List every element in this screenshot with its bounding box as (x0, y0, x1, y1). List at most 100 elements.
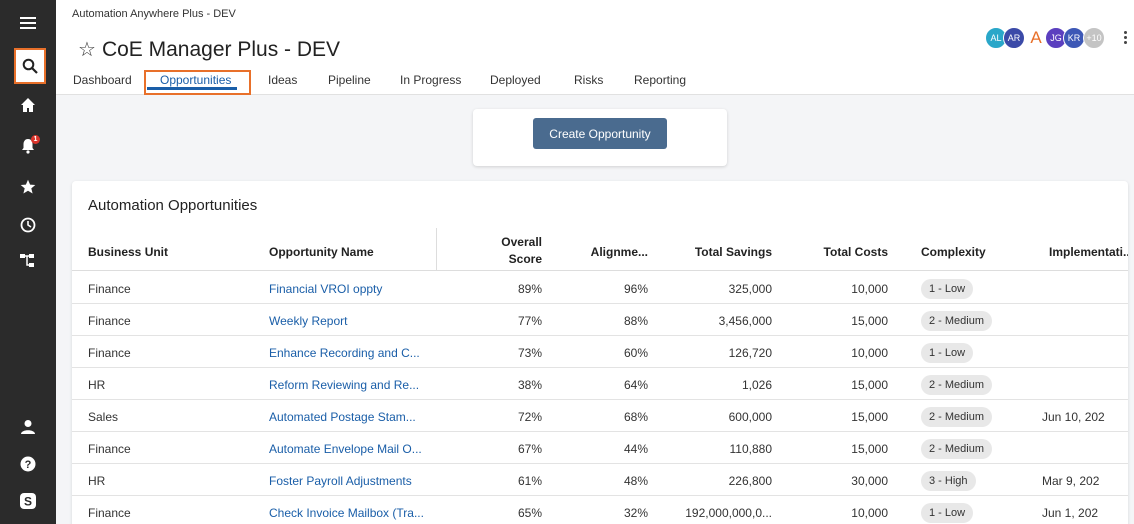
cell-total-costs: 15,000 (851, 378, 888, 392)
tab-reporting[interactable]: Reporting (634, 73, 686, 87)
app-subtitle: Automation Anywhere Plus - DEV (72, 8, 236, 20)
cell-total-savings: 192,000,000,0... (685, 506, 772, 520)
cell-total-savings: 1,026 (741, 378, 772, 392)
tab-pipeline[interactable]: Pipeline (328, 73, 371, 87)
tab-ideas[interactable]: Ideas (268, 73, 297, 87)
table-row[interactable]: Finance Check Invoice Mailbox (Tra... 65% 3… (72, 496, 1128, 524)
avatar-group: AL AR A JG KR +10 (985, 27, 1128, 51)
avatar-overflow-count[interactable]: +10 (1083, 27, 1105, 49)
col-total-costs[interactable]: Total Costs (782, 245, 888, 259)
menu-icon[interactable] (0, 6, 56, 40)
page-header: Automation Anywhere Plus - DEV ☆ CoE Man… (56, 0, 1134, 95)
cell-overall-score: 65% (517, 506, 542, 520)
complexity-chip: 2 - Medium (921, 407, 993, 427)
cell-opportunity-name[interactable]: Weekly Report (269, 314, 347, 328)
complexity-chip: 3 - High (921, 471, 976, 491)
search-button[interactable] (14, 48, 46, 84)
cell-alignment: 60% (623, 346, 648, 360)
table-row[interactable]: Finance Enhance Recording and C... 73% 60% 1… (72, 336, 1128, 368)
notification-badge: 1 (31, 135, 40, 144)
cell-total-costs: 10,000 (851, 282, 888, 296)
cell-total-savings: 126,720 (728, 346, 772, 360)
create-opportunity-card: Create Opportunity (473, 109, 727, 166)
opportunities-table-card: Automation Opportunities Business Unit O… (72, 181, 1128, 524)
cell-implementation: Mar 9, 202 (1042, 474, 1100, 488)
complexity-chip: 2 - Medium (921, 311, 993, 331)
cell-alignment: 96% (623, 282, 648, 296)
col-complexity[interactable]: Complexity (921, 245, 986, 259)
tab-in-progress[interactable]: In Progress (400, 73, 461, 87)
cell-business-unit: Finance (88, 282, 131, 296)
complexity-chip: 2 - Medium (921, 375, 993, 395)
col-overall-score-line1: Overall (501, 235, 542, 249)
cell-alignment: 32% (623, 506, 648, 520)
home-icon[interactable] (0, 88, 56, 122)
brand-icon[interactable]: S (0, 484, 56, 518)
col-implementation[interactable]: Implementati... (1049, 245, 1128, 259)
cell-business-unit: Finance (88, 346, 131, 360)
clock-icon[interactable] (0, 208, 56, 242)
cell-total-costs: 10,000 (851, 346, 888, 360)
cell-opportunity-name[interactable]: Automated Postage Stam... (269, 410, 416, 424)
col-alignment[interactable]: Alignme... (572, 245, 648, 259)
cell-overall-score: 61% (517, 474, 542, 488)
table-row[interactable]: Finance Financial VROI oppty 89% 96% 325,000… (72, 272, 1128, 304)
cell-total-costs: 15,000 (851, 442, 888, 456)
table-row[interactable]: Finance Automate Envelope Mail O... 67% 44%… (72, 432, 1128, 464)
cell-overall-score: 72% (517, 410, 542, 424)
cell-total-savings: 110,880 (729, 442, 773, 456)
table-title: Automation Opportunities (88, 197, 258, 214)
cell-total-costs: 15,000 (851, 314, 888, 328)
cell-alignment: 88% (623, 314, 648, 328)
cell-total-costs: 15,000 (851, 410, 888, 424)
favorite-star-icon[interactable]: ☆ (78, 40, 96, 60)
hierarchy-icon[interactable] (0, 244, 56, 278)
cell-business-unit: Finance (88, 442, 131, 456)
cell-opportunity-name[interactable]: Financial VROI oppty (269, 282, 382, 296)
cell-implementation: Jun 10, 202 (1042, 410, 1105, 424)
col-overall-score[interactable]: Overall Score (490, 235, 542, 266)
tab-risks[interactable]: Risks (574, 73, 603, 87)
tab-dashboard[interactable]: Dashboard (73, 73, 132, 87)
tab-highlight-box (144, 70, 251, 95)
cell-overall-score: 89% (517, 282, 542, 296)
create-opportunity-button[interactable]: Create Opportunity (533, 118, 667, 149)
page-title: CoE Manager Plus - DEV (101, 38, 341, 61)
help-icon[interactable]: ? (0, 447, 56, 481)
table-row[interactable]: HR Foster Payroll Adjustments 61% 48% 226,80… (72, 464, 1128, 496)
avatar[interactable]: A (1025, 27, 1047, 49)
cell-opportunity-name[interactable]: Reform Reviewing and Re... (269, 378, 419, 392)
col-business-unit[interactable]: Business Unit (88, 245, 168, 259)
cell-business-unit: HR (88, 378, 106, 392)
table-row[interactable]: Finance Weekly Report 77% 88% 3,456,000 15,00… (72, 304, 1128, 336)
search-icon (22, 58, 38, 74)
cell-opportunity-name[interactable]: Enhance Recording and C... (269, 346, 420, 360)
cell-total-savings: 226,800 (728, 474, 772, 488)
tab-deployed[interactable]: Deployed (490, 73, 541, 87)
complexity-chip: 1 - Low (921, 343, 974, 363)
avatar[interactable]: AR (1003, 27, 1025, 49)
title-row: ☆ CoE Manager Plus - DEV (78, 38, 340, 62)
cell-overall-score: 38% (517, 378, 542, 392)
cell-alignment: 44% (623, 442, 648, 456)
svg-text:?: ? (25, 459, 32, 471)
table-header: Business Unit Opportunity Name Overall S… (72, 233, 1128, 271)
table-row[interactable]: HR Reform Reviewing and Re... 38% 64% 1,026 1… (72, 368, 1128, 400)
cell-total-costs: 10,000 (851, 506, 888, 520)
left-nav-rail: 1 ? S (0, 0, 56, 524)
user-icon[interactable] (0, 410, 56, 444)
star-icon[interactable] (0, 170, 56, 204)
cell-opportunity-name[interactable]: Foster Payroll Adjustments (269, 474, 412, 488)
cell-overall-score: 77% (517, 314, 542, 328)
notifications-button[interactable]: 1 (0, 129, 56, 163)
cell-total-savings: 3,456,000 (718, 314, 772, 328)
cell-opportunity-name[interactable]: Check Invoice Mailbox (Tra... (269, 506, 424, 520)
avatar[interactable]: KR (1063, 27, 1085, 49)
cell-business-unit: HR (88, 474, 106, 488)
complexity-chip: 1 - Low (921, 279, 974, 299)
table-row[interactable]: Sales Automated Postage Stam... 72% 68% 600,… (72, 400, 1128, 432)
more-vertical-icon[interactable] (1124, 31, 1128, 47)
col-opportunity-name[interactable]: Opportunity Name (269, 245, 374, 259)
col-total-savings[interactable]: Total Savings (662, 245, 772, 259)
cell-opportunity-name[interactable]: Automate Envelope Mail O... (269, 442, 422, 456)
